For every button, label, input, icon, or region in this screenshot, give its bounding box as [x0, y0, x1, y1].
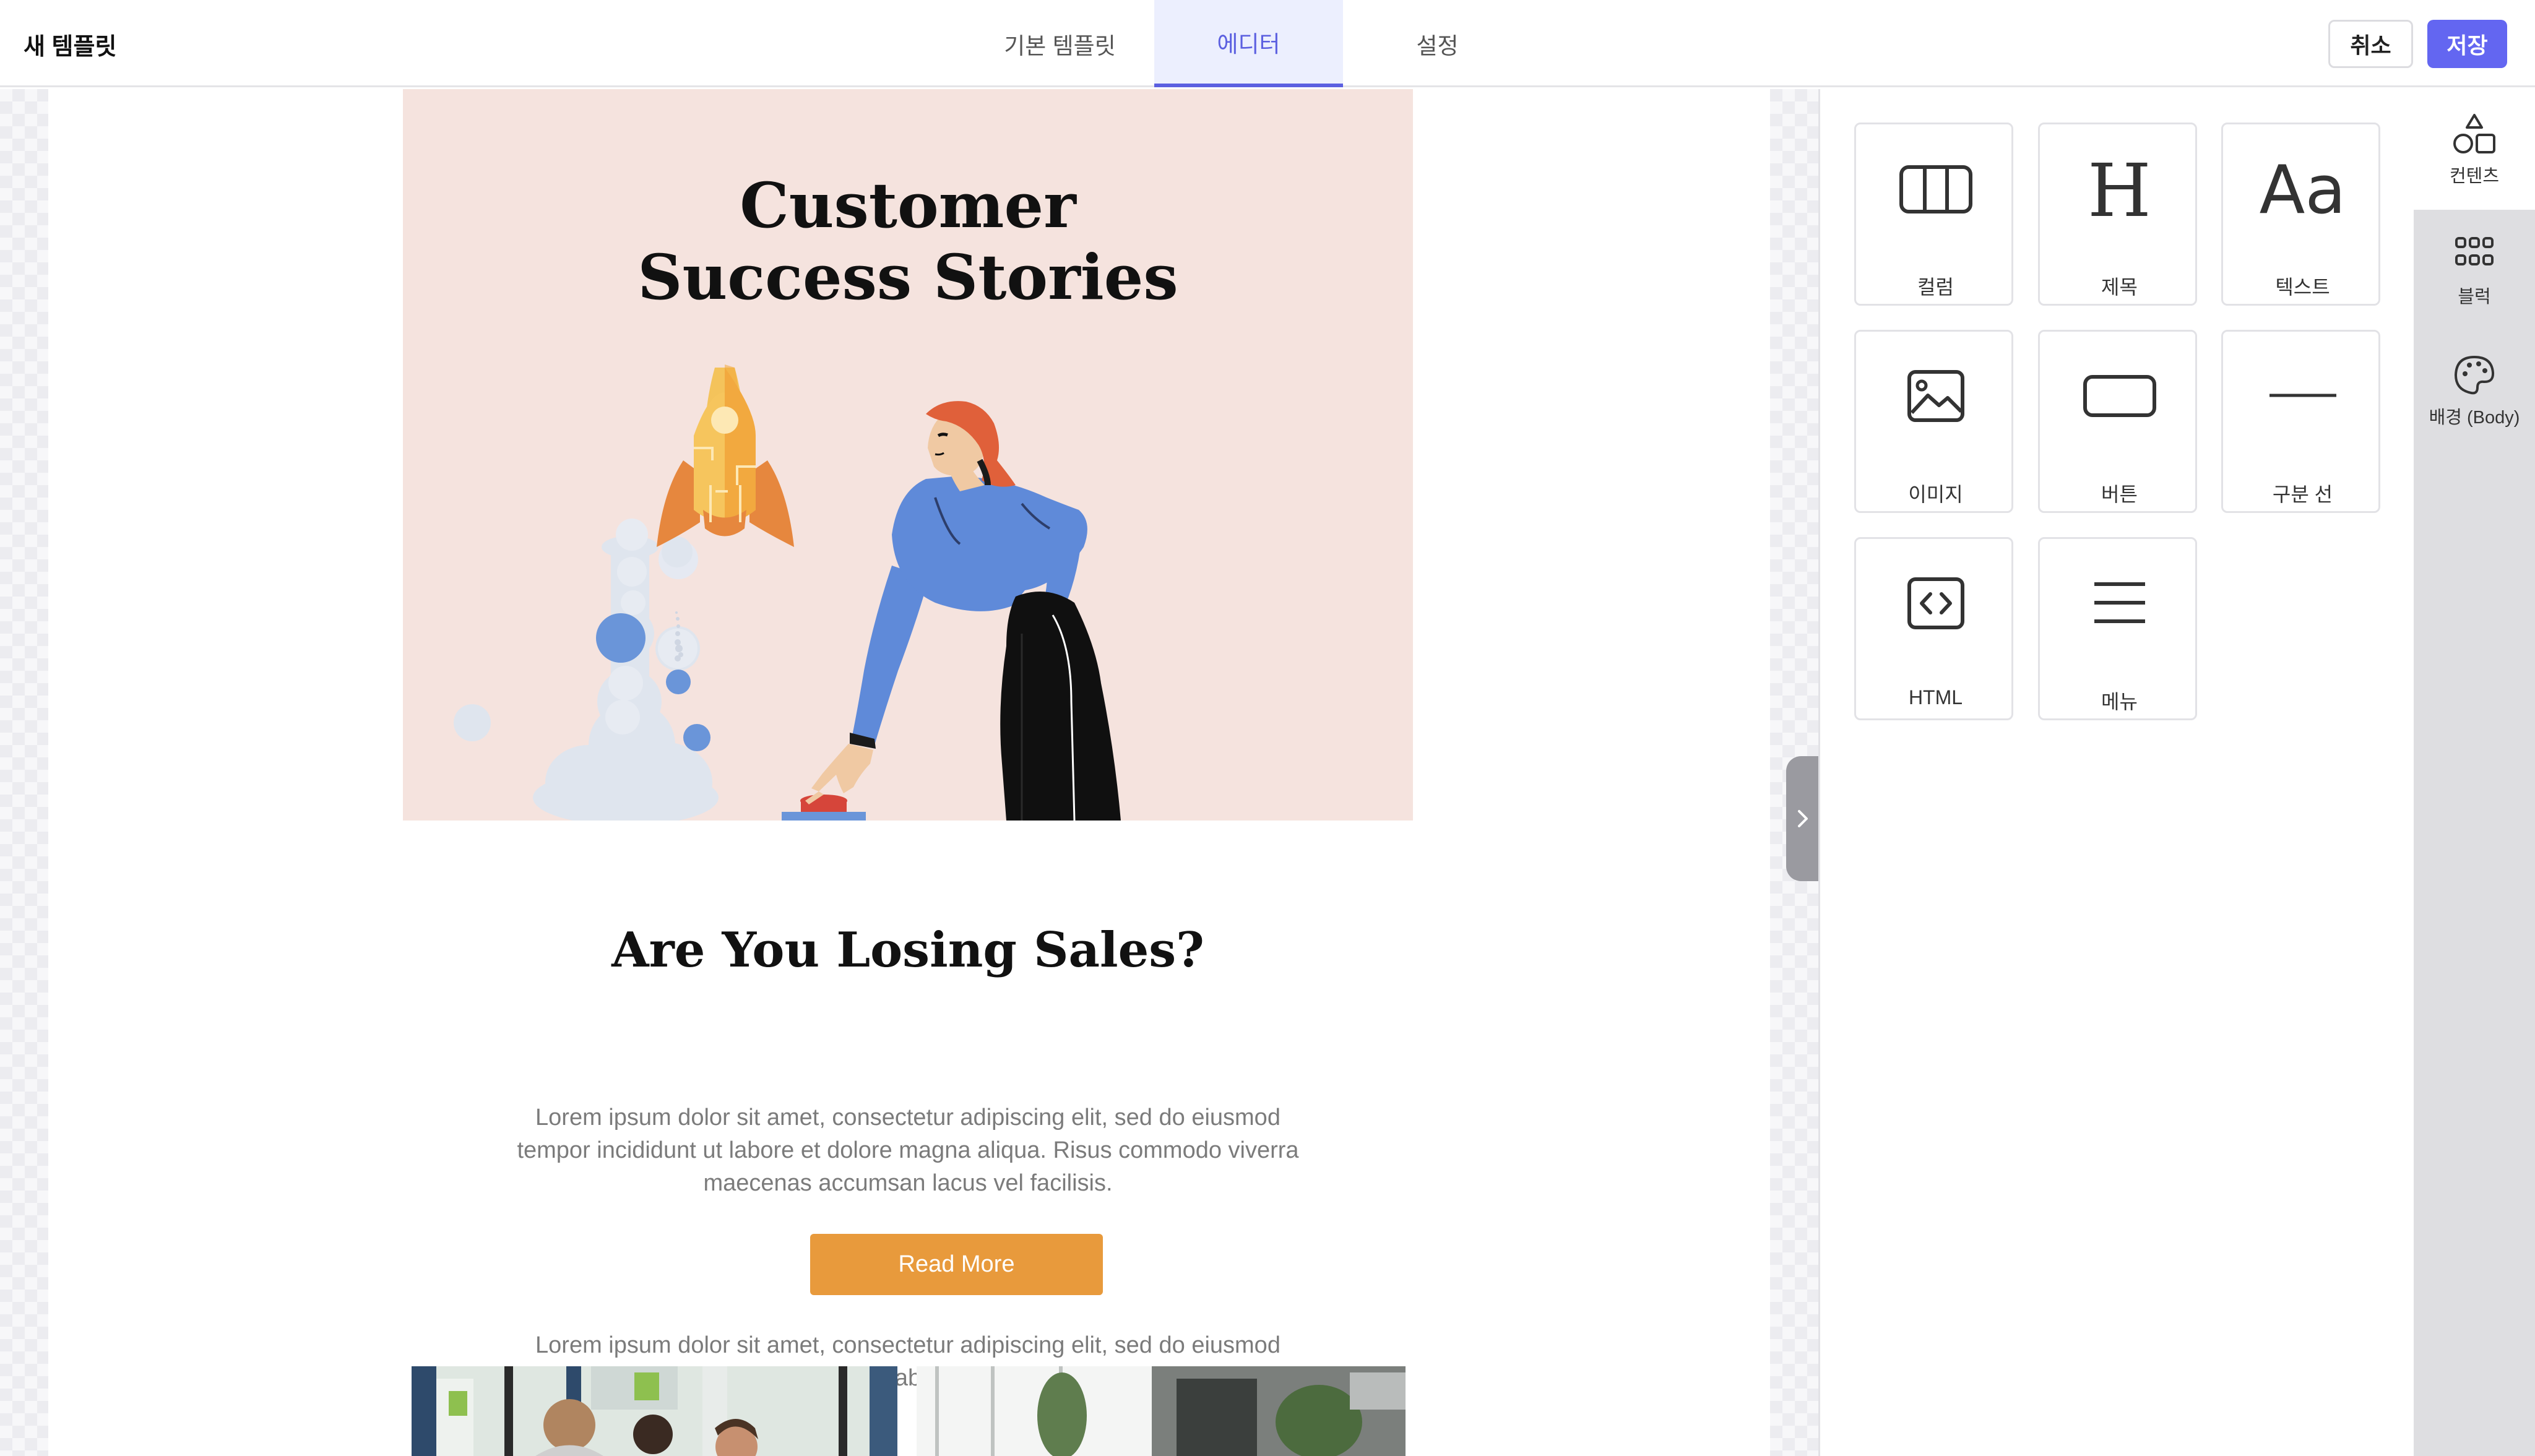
content-panel: 컬럼 H 제목 Aa 텍스트 이미지 버튼 구분 선 HTML 메뉴 [1818, 89, 2414, 1456]
content-tile-divider[interactable]: 구분 선 [2221, 330, 2380, 513]
content-tile-label: 버튼 [2101, 483, 2138, 506]
menu-icon [2094, 582, 2145, 623]
hero-section[interactable]: Customer Success Stories [403, 89, 1413, 821]
content-tile-columns[interactable]: 컬럼 [1854, 123, 2013, 306]
image-icon [1907, 370, 1964, 422]
divider-icon [2269, 394, 2336, 397]
content-tile-text[interactable]: Aa 텍스트 [2221, 123, 2380, 306]
editor-canvas[interactable]: Customer Success Stories Are You Losing … [0, 89, 1820, 1456]
code-icon [1907, 577, 1964, 629]
blocks-icon [2455, 237, 2494, 265]
content-tile-label: 이미지 [1908, 483, 1963, 506]
rail-tab-label: 블럭 [2458, 287, 2491, 307]
button-icon [2083, 375, 2156, 417]
content-tile-html[interactable]: HTML [1854, 537, 2013, 720]
content-tile-label: 제목 [2101, 276, 2138, 298]
section-headline[interactable]: Are You Losing Sales? [403, 922, 1413, 978]
email-body[interactable]: Customer Success Stories Are You Losing … [48, 89, 1770, 1456]
content-tile-label: 텍스트 [2275, 276, 2330, 298]
palette-icon [2454, 355, 2495, 395]
office-photo-image [412, 1366, 897, 1456]
panel-tab-rail: 컨텐츠 블럭 배경 (Body) [2414, 89, 2535, 1456]
content-tile-label: 컬럼 [1917, 276, 1954, 298]
office-interior-image [917, 1366, 1406, 1456]
content-tile-label: HTML [1908, 686, 1963, 709]
text-icon: Aa [2259, 152, 2346, 229]
content-tile-label: 구분 선 [2272, 483, 2333, 506]
rocket-launch-illustration [454, 364, 1121, 821]
tab-editor[interactable]: 에디터 [1154, 0, 1343, 87]
tab-settings[interactable]: 설정 [1343, 0, 1532, 87]
panel-collapse-handle[interactable] [1786, 756, 1820, 881]
cancel-button[interactable]: 취소 [2328, 20, 2413, 68]
rail-tab-blocks[interactable]: 블럭 [2414, 210, 2535, 330]
content-tile-label: 메뉴 [2101, 691, 2138, 713]
rail-tab-content[interactable]: 컨텐츠 [2414, 89, 2535, 210]
team-photo-right[interactable] [917, 1366, 1406, 1456]
columns-icon [1899, 165, 1972, 213]
chevron-right-icon [1798, 810, 1808, 827]
rail-tab-label: 배경 (Body) [2429, 408, 2520, 428]
rail-tab-label: 컨텐츠 [2449, 166, 2500, 186]
content-tile-menu[interactable]: 메뉴 [2038, 537, 2197, 720]
shapes-icon [2453, 114, 2495, 153]
rail-tab-background[interactable]: 배경 (Body) [2414, 330, 2535, 451]
read-more-button[interactable]: Read More [810, 1234, 1103, 1295]
tab-basic-template[interactable]: 기본 템플릿 [965, 0, 1154, 87]
top-bar: 새 템플릿 기본 템플릿 에디터 설정 취소 저장 [0, 0, 2535, 87]
app-title: 새 템플릿 [24, 34, 117, 60]
content-tile-button[interactable]: 버튼 [2038, 330, 2197, 513]
content-tile-image[interactable]: 이미지 [1854, 330, 2013, 513]
team-photo-left[interactable] [412, 1366, 897, 1456]
heading-icon: H [2088, 148, 2151, 233]
tab-bar: 기본 템플릿 에디터 설정 [965, 0, 1532, 87]
paragraph-1[interactable]: Lorem ipsum dolor sit amet, consectetur … [500, 1101, 1316, 1200]
content-tile-heading[interactable]: H 제목 [2038, 123, 2197, 306]
save-button[interactable]: 저장 [2427, 20, 2507, 68]
